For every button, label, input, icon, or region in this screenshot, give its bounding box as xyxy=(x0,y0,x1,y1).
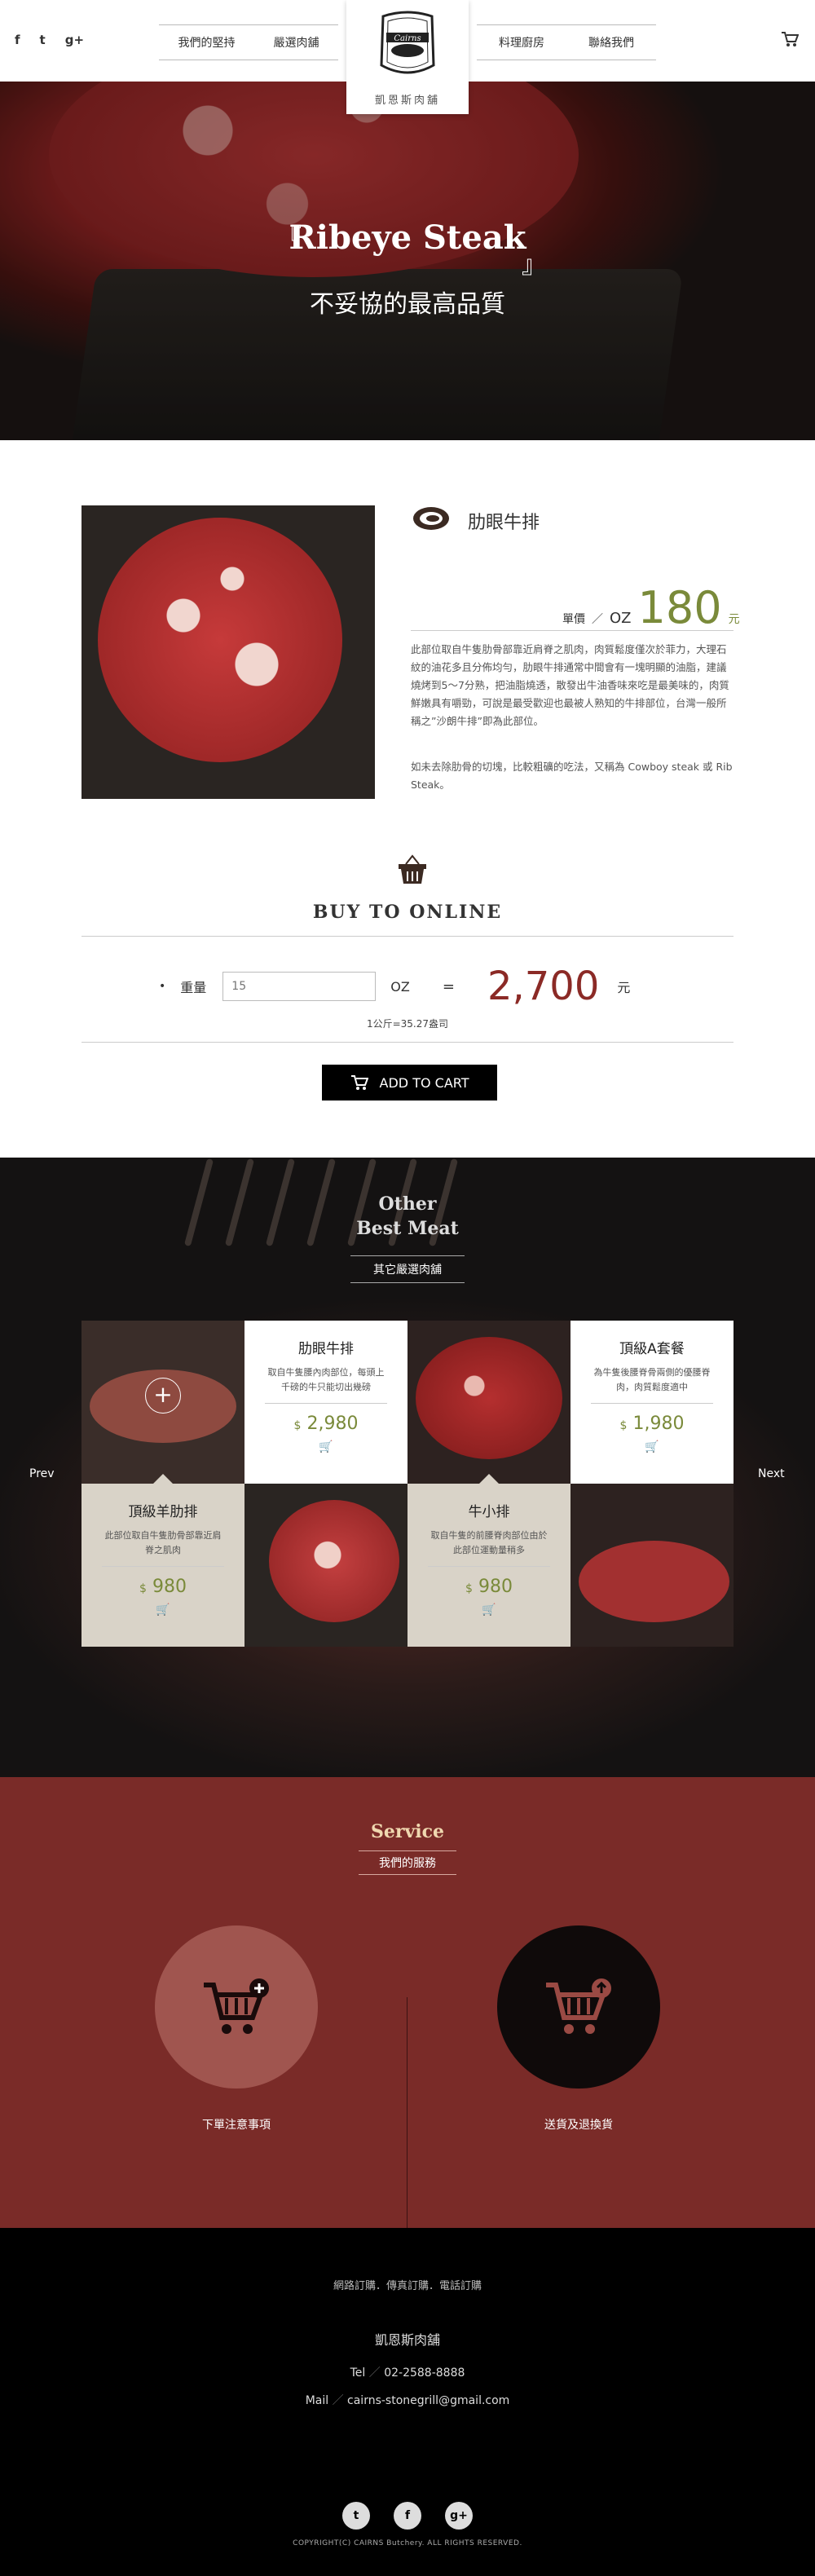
steak-icon xyxy=(412,504,452,536)
product-photo-steak[interactable] xyxy=(408,1321,570,1484)
shipping-returns-button[interactable] xyxy=(497,1925,660,2089)
unit-conversion-note: 1公斤=35.27盎司 xyxy=(366,1018,449,1030)
product-card[interactable]: 頂級羊肋排 此部位取自牛隻肋骨部靠近肩脊之肌肉 $ 980 🛒 xyxy=(82,1474,244,1647)
product-photo-short-ribs[interactable] xyxy=(570,1484,734,1647)
product-name: 肋眼牛排 xyxy=(468,513,540,533)
cart-icon[interactable]: 🛒 xyxy=(570,1440,734,1453)
add-icon[interactable]: + xyxy=(145,1378,181,1414)
product-description-note: 如未去除肋骨的切塊，比較粗礦的吃法，又稱為 Cowboy steak 或 Rib… xyxy=(411,761,733,791)
other-subtitle: 其它嚴選肉舖 xyxy=(350,1255,465,1283)
product-card[interactable]: 頂級A套餐 為牛隻後腰脊骨兩側的優腰脊肉，肉質鬆度適中 $ 1,980 🛒 xyxy=(570,1321,734,1493)
cart-icon[interactable]: 🛒 xyxy=(244,1440,408,1453)
google-plus-icon[interactable]: g+ xyxy=(445,2502,473,2530)
product-photo-ribeye[interactable] xyxy=(244,1484,408,1647)
nav-item-contact[interactable]: 聯絡我們 xyxy=(588,34,634,51)
logo-text: Cairns xyxy=(394,34,421,43)
copyright: COPYRIGHT(C) CAIRNS Butchery. ALL RIGHTS… xyxy=(293,2539,522,2547)
bullet: • xyxy=(159,980,166,993)
nav-item-kitchen[interactable]: 料理廚房 xyxy=(499,34,544,51)
other-title-line2: Best Meat xyxy=(356,1218,459,1239)
card-title: 肋眼牛排 xyxy=(298,1341,354,1357)
brand-name: 凱恩斯肉舖 xyxy=(374,95,440,107)
cart-icon xyxy=(350,1075,368,1090)
product-photo-lamb-rack[interactable]: + xyxy=(82,1321,244,1484)
order-notes-button[interactable] xyxy=(155,1925,318,2089)
weight-unit: OZ xyxy=(390,978,410,995)
card-description: 取自牛隻腰內肉部位，每頭上千磅的牛只能切出幾磅 xyxy=(267,1367,385,1392)
carousel-prev[interactable]: Prev xyxy=(29,1467,55,1480)
card-title: 頂級羊肋排 xyxy=(128,1504,198,1520)
price-separator: ／ xyxy=(592,613,603,626)
service-subtitle: 我們的服務 xyxy=(359,1850,456,1875)
product-description: 此部位取自牛隻肋骨部靠近肩脊之肌肉，肉質鬆度僅次於菲力，大理石紋的油花多且分佈均… xyxy=(411,643,729,727)
service-section: Service 我們的服務 下單注意事項 送貨及退換貨 xyxy=(0,1777,815,2228)
logo[interactable]: Cairns 凱恩斯肉舖 xyxy=(346,0,469,114)
twitter-icon[interactable]: t xyxy=(342,2502,370,2530)
hero-title: Ribeye Steak xyxy=(289,218,526,257)
shipping-returns-label: 送貨及退換貨 xyxy=(544,2119,613,2132)
order-form: • 重量 OZ = 2,700 元 xyxy=(159,964,630,1009)
logo-badge-icon: Cairns xyxy=(380,11,435,74)
basket-icon xyxy=(396,854,429,889)
nav-right: 料理廚房 聯絡我們 xyxy=(477,24,656,60)
buy-online-title: BUY TO ONLINE xyxy=(312,902,503,923)
site-footer: 網路訂購．傳真訂購．電話訂購 凱恩斯肉舖 Tel ／ 02-2588-8888 … xyxy=(0,2228,815,2576)
divider xyxy=(82,936,734,937)
card-description: 此部位取自牛隻肋骨部靠近肩脊之肌肉 xyxy=(104,1530,222,1555)
equals-sign: = xyxy=(442,977,455,995)
divider xyxy=(407,1997,408,2228)
add-to-cart-label: ADD TO CART xyxy=(379,1074,469,1091)
total-currency: 元 xyxy=(617,980,631,995)
card-title: 牛小排 xyxy=(468,1504,510,1520)
weight-input[interactable] xyxy=(222,972,377,1001)
card-description: 為牛隻後腰脊骨兩側的優腰脊肉，肉質鬆度適中 xyxy=(593,1367,711,1392)
price-row: 單價 ／ OZ 180 元 xyxy=(562,582,740,633)
cart-icon[interactable]: 🛒 xyxy=(82,1603,244,1617)
divider xyxy=(82,1042,734,1043)
card-price: $ 1,980 xyxy=(619,1414,685,1434)
site-header: f t g+ 我們的堅持 嚴選肉舖 料理廚房 聯絡我們 Cairns 凱恩斯肉舖 xyxy=(0,0,815,114)
footer-email[interactable]: Mail ／ cairns-stonegrill@gmail.com xyxy=(0,2392,815,2408)
cart-icon[interactable] xyxy=(781,31,800,51)
footer-brand: 凱恩斯肉舖 xyxy=(374,2332,440,2348)
facebook-icon[interactable]: f xyxy=(15,33,20,47)
footer-phone: Tel ／ 02-2588-8888 xyxy=(350,2366,465,2380)
price-label: 單價 xyxy=(562,613,585,626)
total-price: 2,700 xyxy=(487,964,600,1009)
price-currency: 元 xyxy=(728,613,740,626)
price-value: 180 xyxy=(637,582,722,633)
cart-add-icon xyxy=(204,1978,269,2034)
carousel-next[interactable]: Next xyxy=(758,1467,785,1480)
product-card[interactable]: 肋眼牛排 取自牛隻腰內肉部位，每頭上千磅的牛只能切出幾磅 $ 2,980 🛒 xyxy=(244,1321,408,1493)
order-methods: 網路訂購．傳真訂購．電話訂購 xyxy=(333,2280,482,2292)
header-social-links: f t g+ xyxy=(15,33,84,47)
hero-banner: 『 Ribeye Steak 』 不妥協的最高品質 xyxy=(0,82,815,440)
facebook-icon[interactable]: f xyxy=(394,2502,421,2530)
google-plus-icon[interactable]: g+ xyxy=(65,33,84,47)
card-title: 頂級A套餐 xyxy=(619,1341,685,1357)
card-description: 取自牛隻的前腰脊肉部位由於此部位運動量稍多 xyxy=(430,1530,548,1555)
nav-item-selected-meats[interactable]: 嚴選肉舖 xyxy=(274,34,319,51)
other-meats-section: Other Best Meat 其它嚴選肉舖 Prev Next + 肋眼牛排 … xyxy=(0,1158,815,1777)
add-to-cart-button[interactable]: ADD TO CART xyxy=(322,1065,497,1101)
nav-left: 我們的堅持 嚴選肉舖 xyxy=(159,24,338,60)
nav-item-our-commitment[interactable]: 我們的堅持 xyxy=(178,34,236,51)
order-notes-label: 下單注意事項 xyxy=(202,2119,271,2132)
hero-subtitle: 不妥協的最高品質 xyxy=(310,290,505,319)
weight-label: 重量 xyxy=(180,980,207,995)
card-price: $ 980 xyxy=(465,1577,513,1597)
other-title-line1: Other xyxy=(378,1193,437,1215)
hero-bracket-close: 』 xyxy=(522,251,546,280)
service-title: Service xyxy=(370,1821,444,1842)
twitter-icon[interactable]: t xyxy=(40,33,46,47)
card-price: $ 980 xyxy=(139,1577,187,1597)
card-price: $ 2,980 xyxy=(293,1414,359,1434)
divider xyxy=(411,630,734,631)
price-unit: OZ xyxy=(610,610,632,627)
cart-return-icon xyxy=(546,1978,611,2034)
cart-icon[interactable]: 🛒 xyxy=(408,1603,570,1617)
footer-social-links: t f g+ xyxy=(342,2502,473,2530)
product-card[interactable]: 牛小排 取自牛隻的前腰脊肉部位由於此部位運動量稍多 $ 980 🛒 xyxy=(408,1474,570,1647)
product-image xyxy=(82,505,375,799)
